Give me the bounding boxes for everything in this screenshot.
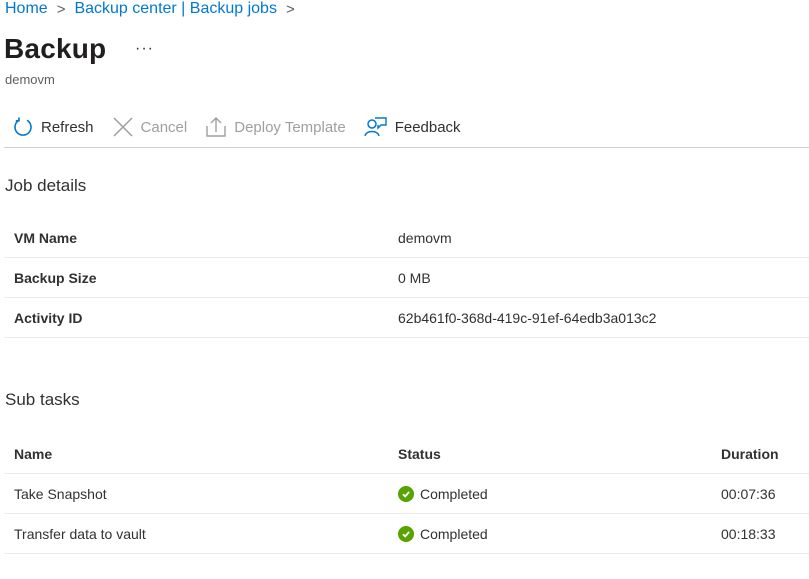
breadcrumb-home[interactable]: Home xyxy=(5,0,48,18)
sub-tasks-table: Name Status Duration Take Snapshot Compl… xyxy=(4,434,809,554)
detail-value: demovm xyxy=(398,229,452,246)
column-header-name[interactable]: Name xyxy=(4,446,398,462)
table-row[interactable]: Take Snapshot Completed 00:07:36 xyxy=(4,474,809,514)
command-bar: Refresh Cancel Deploy Template Feedback xyxy=(0,112,809,142)
refresh-label: Refresh xyxy=(41,118,94,136)
detail-row-vm-name: VM Name demovm xyxy=(4,218,809,258)
task-status: Completed xyxy=(398,485,721,502)
detail-value: 62b461f0-368d-419c-91ef-64edb3a013c2 xyxy=(398,309,657,326)
job-details-table: VM Name demovm Backup Size 0 MB Activity… xyxy=(4,218,809,338)
breadcrumb-backup-jobs[interactable]: Backup center | Backup jobs xyxy=(74,0,277,18)
detail-key: Backup Size xyxy=(14,269,97,286)
feedback-icon xyxy=(363,117,387,137)
detail-key: VM Name xyxy=(14,229,78,246)
sub-tasks-heading: Sub tasks xyxy=(5,390,80,409)
column-header-duration[interactable]: Duration xyxy=(721,446,809,462)
job-details-heading: Job details xyxy=(5,176,87,195)
page-title: Backup xyxy=(4,33,107,64)
table-header-row: Name Status Duration xyxy=(4,434,809,474)
cancel-label: Cancel xyxy=(140,118,188,136)
more-options-button[interactable]: ··· xyxy=(135,40,154,58)
detail-value: 0 MB xyxy=(398,269,431,286)
detail-key: Activity ID xyxy=(14,309,83,326)
chevron-right-icon: > xyxy=(56,0,66,18)
chevron-right-icon: > xyxy=(285,0,295,18)
success-check-icon xyxy=(398,525,414,542)
table-row[interactable]: Transfer data to vault Completed 00:18:3… xyxy=(4,514,809,554)
task-duration: 00:18:33 xyxy=(721,525,776,542)
upload-icon xyxy=(206,117,226,137)
success-check-icon xyxy=(398,485,414,502)
detail-row-activity-id: Activity ID 62b461f0-368d-419c-91ef-64ed… xyxy=(4,298,809,338)
status-label: Completed xyxy=(420,485,488,502)
task-name: Take Snapshot xyxy=(14,485,107,502)
feedback-label: Feedback xyxy=(394,118,461,136)
deploy-template-button[interactable]: Deploy Template xyxy=(205,112,346,142)
detail-row-backup-size: Backup Size 0 MB xyxy=(4,258,809,298)
refresh-button[interactable]: Refresh xyxy=(12,112,94,142)
feedback-button[interactable]: Feedback xyxy=(363,112,461,142)
deploy-template-label: Deploy Template xyxy=(234,118,346,136)
task-name: Transfer data to vault xyxy=(14,525,146,542)
cancel-button[interactable]: Cancel xyxy=(112,112,188,142)
toolbar-divider xyxy=(4,147,809,148)
task-duration: 00:07:36 xyxy=(721,485,776,502)
column-header-status[interactable]: Status xyxy=(398,446,721,462)
page-subtitle: demovm xyxy=(5,72,55,87)
refresh-icon xyxy=(14,117,32,136)
breadcrumb: Home > Backup center | Backup jobs > xyxy=(5,0,304,18)
close-icon xyxy=(113,117,133,137)
task-status: Completed xyxy=(398,525,721,542)
status-label: Completed xyxy=(420,525,488,542)
